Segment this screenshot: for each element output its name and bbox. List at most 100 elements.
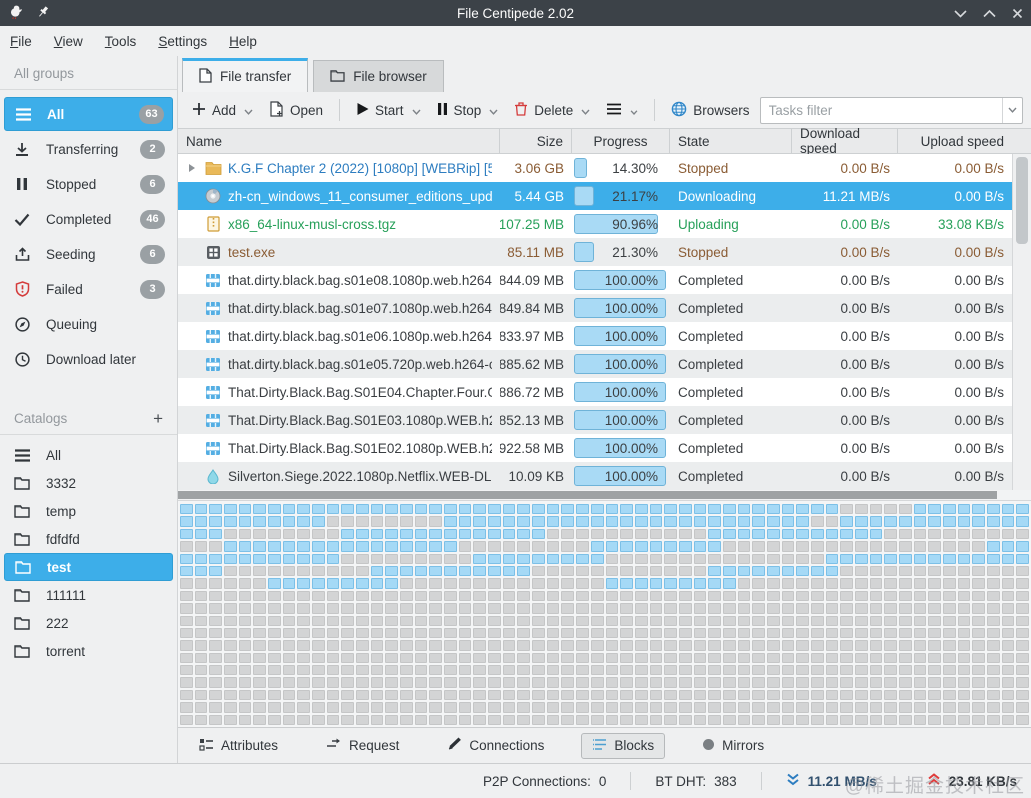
table-row[interactable]: test.exe85.11 MB21.30%Stopped0.00 B/s0.0… — [178, 238, 1012, 266]
folder-outline-icon — [12, 476, 32, 490]
catalog-item-test[interactable]: test — [4, 553, 173, 581]
minimize-button[interactable] — [954, 9, 967, 18]
task-download-speed: 0.00 B/s — [792, 266, 898, 294]
table-row[interactable]: That.Dirty.Black.Bag.S01E03.1080p.WEB.h2… — [178, 406, 1012, 434]
menu-settings[interactable]: Settings — [158, 34, 207, 49]
task-upload-speed: 0.00 B/s — [898, 462, 1012, 490]
task-name: That.Dirty.Black.Bag.S01E04.Chapter.Four… — [228, 385, 492, 400]
table-row[interactable]: zh-cn_windows_11_consumer_editions_upd··… — [178, 182, 1012, 210]
sidebar-item-queuing[interactable]: Queuing — [4, 307, 173, 341]
table-row[interactable]: That.Dirty.Black.Bag.S01E02.1080p.WEB.h2… — [178, 434, 1012, 462]
archive-icon — [204, 216, 222, 232]
menu-tools[interactable]: Tools — [105, 34, 137, 49]
delete-button[interactable]: Delete — [508, 97, 596, 123]
catalog-item-torrent[interactable]: torrent — [4, 637, 173, 665]
catalog-item-3332[interactable]: 3332 — [4, 469, 173, 497]
film-icon — [204, 301, 222, 316]
progress-label: 21.30% — [612, 238, 658, 266]
progress-label: 100.00% — [605, 294, 658, 322]
sidebar-item-transferring[interactable]: Transferring2 — [4, 132, 173, 166]
sidebar-item-all[interactable]: All63 — [4, 97, 173, 131]
tasks-filter-input[interactable] — [761, 103, 1002, 118]
catalog-item-222[interactable]: 222 — [4, 609, 173, 637]
chevron-down-icon — [244, 103, 253, 118]
catalog-item-111111[interactable]: 111111 — [4, 581, 173, 609]
catalog-item-temp[interactable]: temp — [4, 497, 173, 525]
detail-tab-blocks[interactable]: Blocks — [581, 733, 665, 759]
column-header-download-speed[interactable]: Download speed — [792, 129, 898, 153]
filter-dropdown-button[interactable] — [1002, 98, 1022, 123]
task-size: 10.09 KB — [500, 462, 572, 490]
film-icon — [204, 329, 222, 344]
table-row[interactable]: that.dirty.black.bag.s01e06.1080p.web.h2… — [178, 322, 1012, 350]
catalogs-header: Catalogs + — [0, 405, 177, 435]
table-row[interactable]: K.G.F Chapter 2 (2022) [1080p] [WEBRip] … — [178, 154, 1012, 182]
request-icon — [326, 738, 342, 753]
expand-arrow-icon[interactable] — [186, 164, 198, 172]
task-state: Completed — [670, 322, 792, 350]
attributes-icon — [199, 738, 214, 754]
horizontal-scrollbar[interactable] — [178, 490, 1031, 500]
film-icon — [204, 357, 222, 372]
pin-icon[interactable] — [36, 5, 50, 22]
detail-tab-attributes[interactable]: Attributes — [188, 733, 289, 759]
sidebar-item-download-later[interactable]: Download later — [4, 342, 173, 376]
task-state: Completed — [670, 434, 792, 462]
task-name: That.Dirty.Black.Bag.S01E02.1080p.WEB.h2… — [228, 441, 492, 456]
toolbar: Add Open Start Stop — [178, 92, 1031, 128]
close-button[interactable] — [1012, 8, 1023, 19]
detail-tab-mirrors[interactable]: Mirrors — [691, 733, 775, 759]
pause-icon — [437, 102, 448, 119]
open-button[interactable]: Open — [263, 97, 329, 124]
tab-file-browser[interactable]: File browser — [313, 60, 444, 92]
double-chevron-down-icon — [786, 773, 800, 789]
table-row[interactable]: That.Dirty.Black.Bag.S01E04.Chapter.Four… — [178, 378, 1012, 406]
sidebar-item-stopped[interactable]: Stopped6 — [4, 167, 173, 201]
sidebar-item-failed[interactable]: Failed3 — [4, 272, 173, 306]
table-row[interactable]: that.dirty.black.bag.s01e07.1080p.web.h2… — [178, 294, 1012, 322]
table-row[interactable]: that.dirty.black.bag.s01e05.720p.web.h26… — [178, 350, 1012, 378]
task-state: Completed — [670, 350, 792, 378]
task-upload-speed: 0.00 B/s — [898, 350, 1012, 378]
add-button[interactable]: Add — [186, 98, 259, 123]
sidebar-item-completed[interactable]: Completed46 — [4, 202, 173, 236]
more-menu-button[interactable] — [600, 99, 644, 122]
table-row[interactable]: Silverton.Siege.2022.1080p.Netflix.WEB-D… — [178, 462, 1012, 490]
column-header-name[interactable]: Name — [178, 129, 500, 153]
menu-view[interactable]: View — [54, 34, 83, 49]
blocks-panel — [178, 500, 1031, 727]
task-size: 844.09 MB — [500, 266, 572, 294]
detail-tab-request[interactable]: Request — [315, 733, 410, 758]
main-tabs: File transferFile browser — [178, 56, 1031, 92]
maximize-button[interactable] — [983, 9, 996, 18]
catalog-item-fdfdfd[interactable]: fdfdfd — [4, 525, 173, 553]
task-upload-speed: 0.00 B/s — [898, 378, 1012, 406]
column-header-state[interactable]: State — [670, 129, 792, 153]
menu-help[interactable]: Help — [229, 34, 257, 49]
task-size: 885.62 MB — [500, 350, 572, 378]
bt-dht: BT DHT: 383 — [655, 774, 736, 789]
progress-label: 14.30% — [612, 154, 658, 182]
detail-tab-connections[interactable]: Connections — [436, 732, 555, 759]
catalog-item-all[interactable]: All — [4, 441, 173, 469]
task-size: 886.72 MB — [500, 378, 572, 406]
add-catalog-button[interactable]: + — [153, 413, 163, 425]
tab-file-transfer[interactable]: File transfer — [182, 58, 308, 92]
column-header-upload-speed[interactable]: Upload speed — [898, 129, 1012, 153]
vertical-scrollbar[interactable] — [1012, 154, 1031, 490]
start-button[interactable]: Start — [350, 98, 427, 123]
stop-button[interactable]: Stop — [431, 98, 505, 123]
browsers-button[interactable]: Browsers — [665, 97, 755, 124]
task-progress: 90.96% — [572, 210, 670, 238]
table-row[interactable]: that.dirty.black.bag.s01e08.1080p.web.h2… — [178, 266, 1012, 294]
global-upload-speed: 23.81 KB/s — [927, 773, 1017, 789]
sidebar-item-seeding[interactable]: Seeding6 — [4, 237, 173, 271]
vertical-scrollbar-thumb[interactable] — [1016, 157, 1028, 244]
catalog-list: All3332tempfdfdfdtest111111222torrent — [0, 441, 177, 665]
horizontal-scrollbar-thumb[interactable] — [178, 491, 997, 499]
column-header-size[interactable]: Size — [500, 129, 572, 153]
task-upload-speed: 0.00 B/s — [898, 294, 1012, 322]
table-row[interactable]: x86_64-linux-musl-cross.tgz107.25 MB90.9… — [178, 210, 1012, 238]
menu-file[interactable]: File — [10, 34, 32, 49]
column-header-progress[interactable]: Progress — [572, 129, 670, 153]
